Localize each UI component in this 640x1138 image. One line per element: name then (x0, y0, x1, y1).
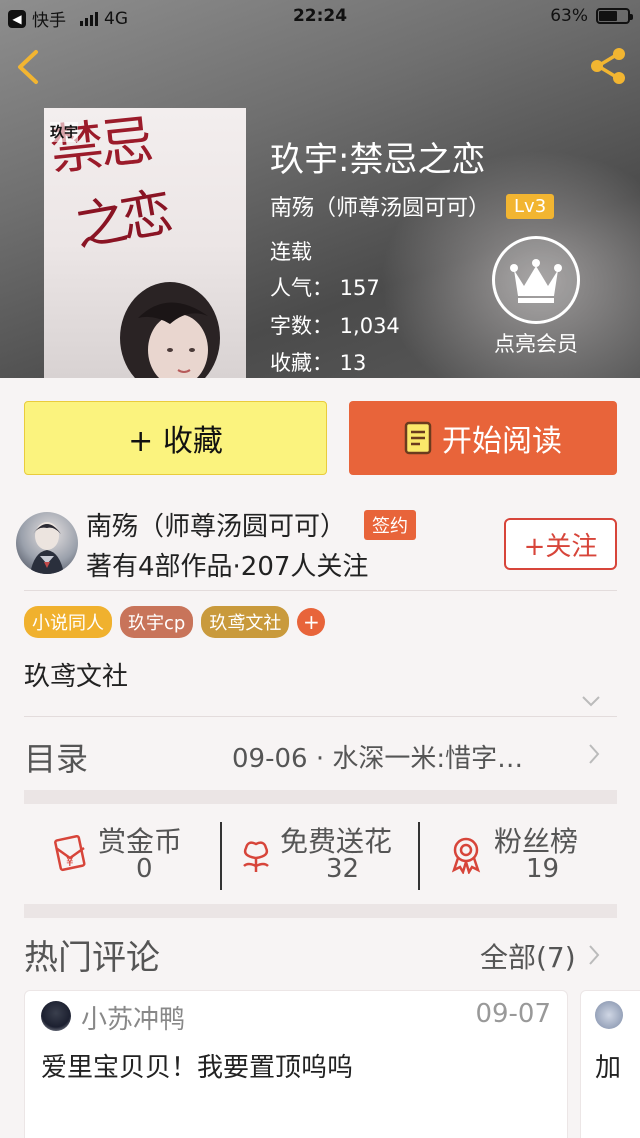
add-tag-button[interactable]: + (297, 608, 326, 636)
tag-chip[interactable]: 玖宇cp (120, 606, 194, 638)
word-count: 字数： 1,034 (270, 314, 400, 338)
author-stats: 著有4部作品·207人关注 (86, 552, 369, 582)
book-author-line: 南殇（师尊汤圆可可） Lv3 (270, 190, 555, 222)
battery-level (599, 11, 617, 21)
comment-text: 爱里宝贝贝！我要置顶呜呜 (41, 1053, 354, 1083)
medal-icon (451, 837, 481, 874)
commenter-avatar[interactable] (595, 1001, 623, 1029)
clock: 22:24 (292, 6, 348, 26)
cover-tag: 玖宇 (50, 122, 78, 142)
reward-coins-stat[interactable]: ¥ 赏金币 0 (24, 806, 220, 906)
share-icon[interactable] (586, 44, 630, 88)
tag-chip[interactable]: 小说同人 (24, 606, 112, 638)
author-avatar[interactable] (16, 512, 78, 574)
back-arrow-icon[interactable] (14, 48, 44, 86)
comment-card[interactable]: 小苏冲鸭 09-07 爱里宝贝贝！我要置顶呜呜 (24, 990, 568, 1138)
author-name-line: 南殇（师尊汤圆可可） 签约 (86, 506, 417, 543)
book-intro: 玖鸢文社 (24, 662, 129, 692)
book-cover[interactable]: 禁忌 之恋 玖宇 (44, 108, 246, 378)
favorite-count: 收藏： 13 (270, 351, 367, 375)
comment-date: 09-07 (475, 999, 551, 1029)
vip-label: 点亮会员 (494, 332, 578, 356)
free-flower-value: 32 (326, 854, 360, 884)
battery-icon (596, 8, 633, 24)
vip-button[interactable]: 点亮会员 (484, 236, 588, 358)
follow-button[interactable]: +关注 (504, 518, 617, 570)
toc-title: 目录 (24, 740, 89, 778)
book-author[interactable]: 南殇（师尊汤圆可可） (270, 190, 490, 222)
reward-coins-value: 0 (136, 854, 153, 884)
flower-icon (243, 841, 269, 872)
divider (24, 716, 617, 717)
add-to-favorites-button[interactable]: + 收藏 (24, 401, 327, 475)
book-icon (404, 421, 432, 455)
section-separator (24, 790, 617, 804)
level-badge: Lv3 (506, 193, 555, 219)
fan-ranking-stat[interactable]: 粉丝榜 19 (420, 806, 617, 906)
serial-status: 连载 (270, 240, 312, 264)
comment-card[interactable]: 加 (580, 990, 640, 1138)
section-separator (24, 904, 617, 918)
free-flower-stat[interactable]: 免费送花 32 (222, 806, 418, 906)
support-stats: ¥ 赏金币 0 免费送花 32 粉丝榜 19 (24, 806, 617, 906)
status-right: 63% (550, 6, 633, 26)
all-comments-link[interactable]: 全部(7) (480, 936, 576, 976)
cover-subtitle: 之恋 (70, 183, 172, 259)
crown-icon (492, 236, 580, 324)
red-envelope-icon: ¥ (54, 834, 86, 872)
chevron-right-icon (589, 744, 600, 764)
cover-portrait-illustration (120, 282, 220, 378)
svg-text:¥: ¥ (66, 855, 74, 869)
chevron-right-icon (589, 945, 600, 965)
popularity-count: 人气： 157 (270, 276, 380, 300)
signed-badge: 签约 (364, 509, 417, 540)
start-reading-button[interactable]: 开始阅读 (349, 401, 617, 475)
favorite-button-label: + 收藏 (128, 424, 223, 459)
status-bar: ◀ 快手 4G 22:24 63% (0, 0, 640, 34)
hot-comments-title: 热门评论 (24, 938, 160, 978)
book-title: 玖宇:禁忌之恋 (270, 140, 486, 180)
chevron-down-icon[interactable] (580, 694, 602, 708)
author-name[interactable]: 南殇（师尊汤圆可可） (86, 506, 346, 543)
divider (24, 590, 617, 591)
commenter-name[interactable]: 小苏冲鸭 (81, 999, 185, 1036)
tag-list: 小说同人 玖宇cp 玖鸢文社 + (24, 606, 326, 638)
table-of-contents-row[interactable]: 目录 09-06 · 水深一米:惜字… (0, 718, 640, 790)
start-reading-label: 开始阅读 (442, 424, 562, 459)
fan-ranking-value: 19 (526, 854, 560, 884)
comment-text: 加 (595, 1053, 622, 1083)
tag-chip[interactable]: 玖鸢文社 (201, 606, 290, 638)
battery-percent: 63% (550, 6, 588, 26)
latest-chapter: 09-06 · 水深一米:惜字… (232, 744, 524, 774)
book-header: ◀ 快手 4G 22:24 63% 禁忌 之恋 玖宇 玖宇:禁忌之恋 南殇（师尊… (0, 0, 640, 378)
commenter-avatar[interactable] (41, 1001, 71, 1031)
